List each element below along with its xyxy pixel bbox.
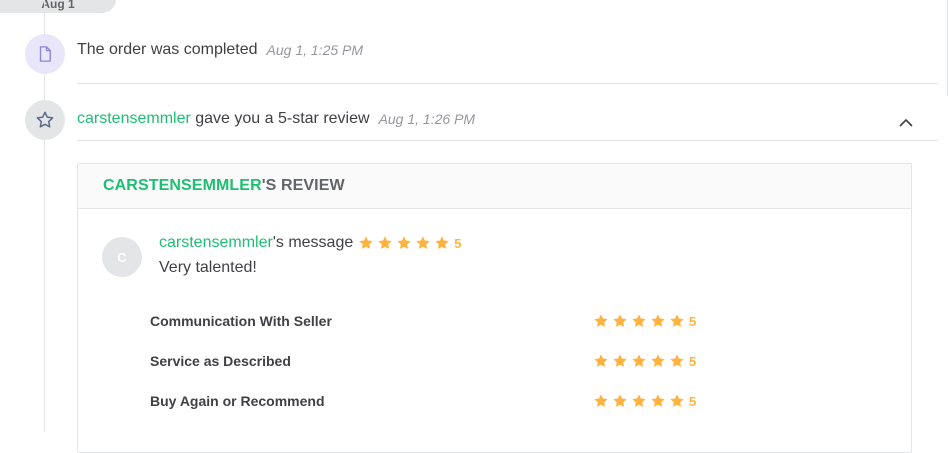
star-filled-icon [359, 236, 373, 249]
review-card-header: CARSTENSEMMLER 'S REVIEW [78, 164, 911, 209]
divider [77, 140, 938, 141]
review-header-suffix: 'S REVIEW [261, 177, 345, 194]
star-filled-icon [613, 394, 627, 407]
criteria-row: Service as Described 5 [150, 353, 710, 369]
overall-rating-stars: 5 [358, 235, 461, 251]
star-filled-icon [651, 394, 665, 407]
star-filled-icon [416, 236, 430, 249]
criteria-rating-value: 5 [689, 313, 697, 329]
star-filled-icon [670, 354, 684, 367]
criteria-rating-stars: 5 [593, 393, 696, 409]
date-pill-label: Aug 1 [41, 0, 75, 11]
star-filled-icon [670, 394, 684, 407]
star-filled-icon [594, 314, 608, 327]
event-order-completed: The order was completed Aug 1, 1:25 PM [77, 40, 938, 60]
document-icon [25, 34, 65, 74]
event-review-received: carstensemmler gave you a 5-star review … [77, 109, 938, 129]
review-message-text: Very talented! [159, 259, 257, 276]
criteria-label: Buy Again or Recommend [150, 393, 325, 409]
star-filled-icon [651, 354, 665, 367]
criteria-row: Buy Again or Recommend 5 [150, 393, 710, 409]
star-filled-icon [594, 354, 608, 367]
review-card: CARSTENSEMMLER 'S REVIEW C carstensemmler… [77, 163, 912, 453]
event-text: gave you a 5-star review [190, 110, 370, 127]
reviewer-link[interactable]: carstensemmler [77, 110, 191, 128]
message-suffix: 's message [272, 234, 354, 251]
criteria-row: Communication With Seller 5 [150, 313, 710, 329]
date-pill: Aug 1 [0, 0, 116, 13]
star-filled-icon [670, 314, 684, 327]
divider [77, 83, 938, 84]
star-filled-icon [397, 236, 411, 249]
criteria-rating-stars: 5 [593, 313, 696, 329]
star-filled-icon [435, 236, 449, 249]
star-filled-icon [613, 354, 627, 367]
event-text: The order was completed [77, 41, 258, 58]
criteria-rating-value: 5 [689, 393, 697, 409]
criteria-label: Communication With Seller [150, 313, 332, 329]
criteria-rating-stars: 5 [593, 353, 696, 369]
star-filled-icon [613, 314, 627, 327]
star-filled-icon [594, 394, 608, 407]
star-filled-icon [651, 314, 665, 327]
avatar-letter: C [117, 249, 127, 265]
overall-rating-value: 5 [454, 235, 462, 251]
review-header-user[interactable]: CARSTENSEMMLER [103, 177, 262, 195]
chevron-up-icon[interactable] [896, 114, 916, 130]
star-filled-icon [378, 236, 392, 249]
message-user-link[interactable]: carstensemmler [159, 234, 273, 252]
star-filled-icon [632, 354, 646, 367]
criteria-label: Service as Described [150, 353, 291, 369]
star-filled-icon [632, 394, 646, 407]
event-timestamp: Aug 1, 1:25 PM [266, 42, 364, 58]
review-message-heading: carstensemmler's message 5 [159, 234, 461, 252]
event-timestamp: Aug 1, 1:26 PM [378, 111, 476, 127]
avatar[interactable]: C [102, 237, 142, 277]
star-filled-icon [632, 314, 646, 327]
criteria-rating-value: 5 [689, 353, 697, 369]
star-outline-icon [25, 100, 65, 140]
